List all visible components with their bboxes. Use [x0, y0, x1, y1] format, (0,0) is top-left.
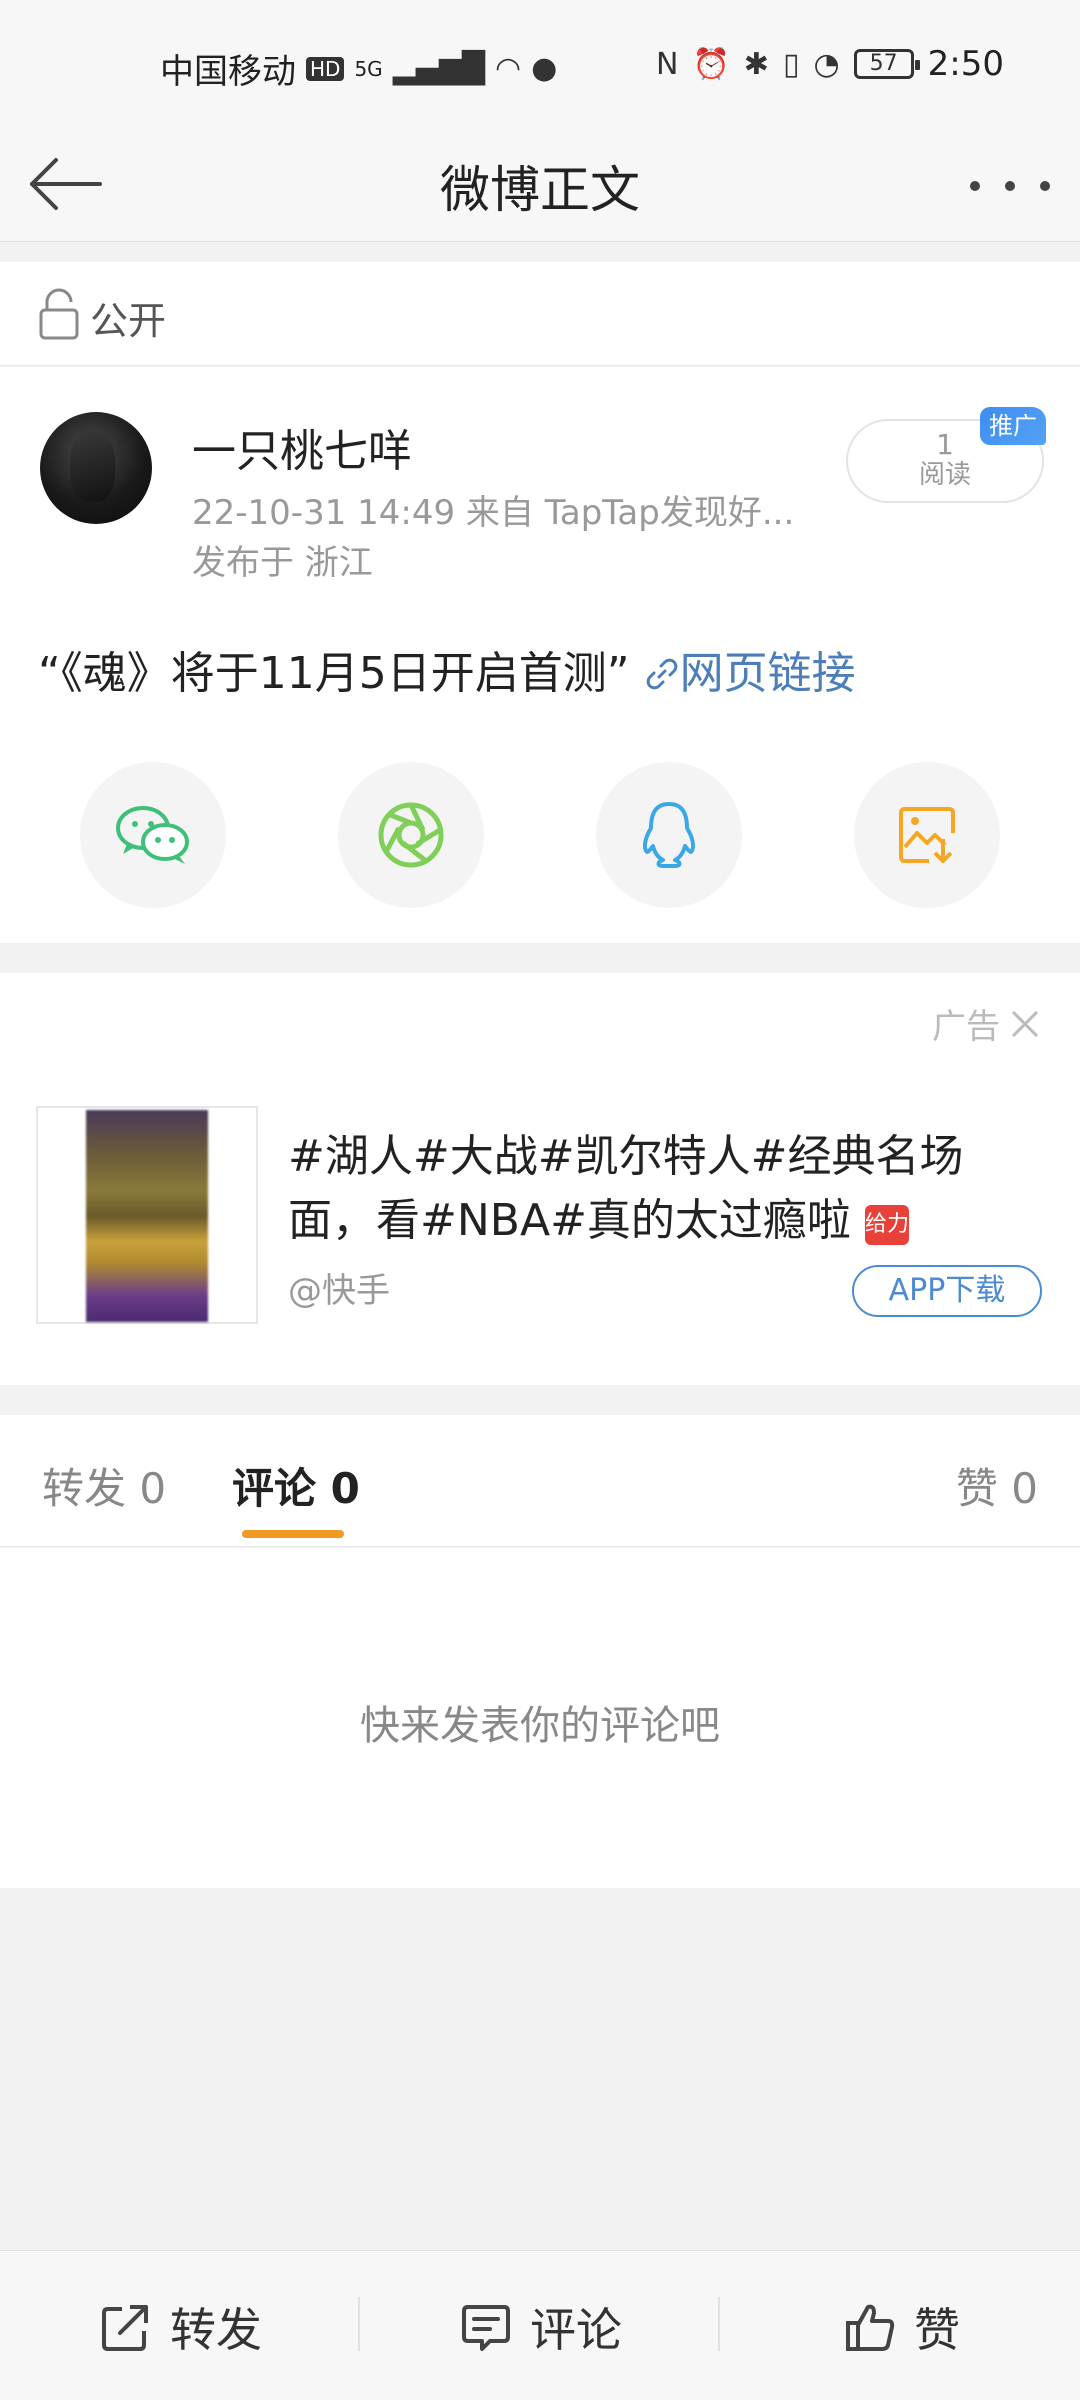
comment-icon: [462, 2305, 510, 2351]
ad-thumbnail[interactable]: [36, 1106, 258, 1324]
username[interactable]: 一只桃七咩: [192, 415, 412, 479]
post-meta: 22-10-31 14:49 来自 TapTap发现好...: [192, 493, 795, 533]
speed-icon: ◔: [813, 46, 840, 82]
ad-source: @快手: [288, 1271, 390, 1311]
carrier-name: 中国移动: [160, 52, 296, 92]
repost-icon: [102, 2305, 148, 2351]
repost-label: 转发: [170, 2303, 262, 2357]
comment-label: 评论: [530, 2303, 622, 2357]
comments-section: 快来发表你的评论吧: [0, 1548, 1080, 1888]
promote-badge[interactable]: 推广: [980, 407, 1046, 445]
like-button[interactable]: 赞: [844, 2287, 960, 2367]
moments-icon: [378, 802, 444, 868]
divider: [718, 2297, 720, 2351]
ad-video-frame: [86, 1110, 208, 1322]
network-type: 5G: [354, 56, 383, 81]
privacy-row[interactable]: 公开: [0, 262, 1080, 366]
avatar[interactable]: [40, 412, 152, 524]
tab-like[interactable]: 赞 0: [956, 1455, 1038, 1516]
battery-icon: 57: [853, 49, 920, 79]
comment-button[interactable]: 评论: [460, 2287, 622, 2367]
more-button[interactable]: [970, 166, 1050, 206]
divider: [358, 2297, 360, 2351]
wifi-icon: ◠: [494, 51, 522, 86]
wechat-icon: [116, 806, 189, 864]
bluetooth-icon: ✱: [743, 46, 769, 82]
hd-badge: HD: [306, 56, 345, 81]
save-image-button[interactable]: [854, 762, 1000, 908]
status-bar: 中国移动 HD 5G ▂▄▆█ ◠ ● N ⏰ ✱ ▯ ◔ 57 2:50: [0, 0, 1080, 130]
vibrate-icon: ▯: [782, 46, 800, 82]
tab-comment[interactable]: 评论 0: [232, 1455, 360, 1516]
web-link-label: 网页链接: [679, 648, 856, 699]
save-image-icon: [899, 807, 955, 863]
link-icon: [646, 658, 677, 690]
post-location: 发布于 浙江: [192, 543, 373, 583]
read-label: 阅读: [918, 460, 971, 490]
alarm-icon: ⏰: [692, 46, 730, 82]
ad-title-text: #湖人#大战#凯尔特人#经典名场面，看#NBA#真的太过瘾啦: [288, 1131, 964, 1246]
status-right: N ⏰ ✱ ▯ ◔ 57 2:50: [656, 44, 1004, 84]
tab-active-indicator: [242, 1530, 344, 1538]
repost-button[interactable]: 转发: [100, 2287, 262, 2367]
more-dot-icon: [970, 181, 980, 191]
emoji-icon: 给力: [864, 1205, 909, 1245]
web-link[interactable]: 网页链接: [644, 648, 856, 699]
page-title: 微博正文: [440, 161, 640, 219]
app-download-button[interactable]: APP下载: [852, 1265, 1042, 1317]
ad-label[interactable]: 广告: [932, 999, 1040, 1048]
post-text-main: “《魂》将于11月5日开启首测”: [38, 648, 630, 699]
more-dot-icon: [1005, 181, 1015, 191]
status-left: 中国移动 HD 5G ▂▄▆█ ◠ ●: [160, 44, 557, 93]
share-wechat-button[interactable]: [80, 762, 226, 908]
ad-title[interactable]: #湖人#大战#凯尔特人#经典名场面，看#NBA#真的太过瘾啦 给力: [288, 1125, 1028, 1253]
tab-repost[interactable]: 转发 0: [42, 1455, 166, 1516]
post-text: “《魂》将于11月5日开启首测” 网页链接: [38, 637, 856, 701]
more-dot-icon: [1040, 181, 1050, 191]
privacy-label: 公开: [90, 299, 167, 343]
message-icon: ●: [531, 51, 558, 86]
share-row: [0, 762, 1080, 912]
qq-icon: [642, 802, 696, 868]
engagement-tabs: 转发 0 评论 0 赞 0: [0, 1415, 1080, 1547]
thumbs-up-icon: [846, 2304, 895, 2351]
empty-comments-text: 快来发表你的评论吧: [360, 1703, 720, 1749]
close-icon[interactable]: [1010, 1009, 1040, 1039]
ad-card[interactable]: 广告 #湖人#大战#凯尔特人#经典名场面，看#NBA#真的太过瘾啦 给力 @快手…: [0, 973, 1080, 1385]
like-label: 赞: [914, 2303, 960, 2357]
unlock-icon: [39, 288, 79, 340]
share-moments-button[interactable]: [338, 762, 484, 908]
bottom-action-bar: 转发 评论 赞: [0, 2250, 1080, 2400]
post-card: 一只桃七咩 22-10-31 14:49 来自 TapTap发现好... 发布于…: [0, 367, 1080, 943]
clock: 2:50: [927, 44, 1004, 84]
nav-bar: 微博正文: [0, 130, 1080, 242]
ad-label-text: 广告: [932, 1007, 1000, 1047]
share-qq-button[interactable]: [596, 762, 742, 908]
signal-icon: ▂▄▆█: [392, 51, 485, 86]
nfc-icon: N: [655, 46, 679, 82]
